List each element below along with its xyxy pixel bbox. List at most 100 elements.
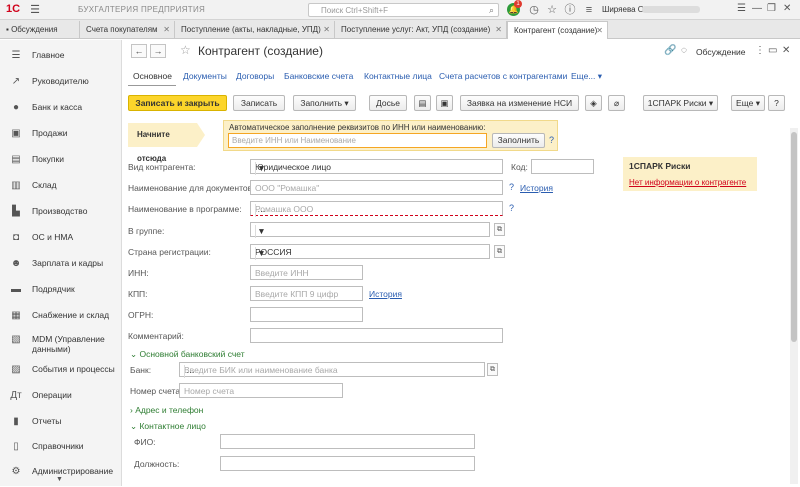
nsi-request-button[interactable]: Заявка на изменение НСИ [460,95,579,111]
link-more[interactable]: Еще... ▾ [571,71,602,82]
open-link-icon[interactable]: ⧉ [494,245,505,258]
sidebar-item-events[interactable]: ▨ События и процессы [0,360,122,385]
kpp-field[interactable]: Введите КПП 9 цифр [250,286,363,301]
form-scrollbar[interactable] [790,128,798,484]
sidebar-item-admin[interactable]: ⚙ Администрирование [0,462,122,487]
close-icon[interactable]: ✕ [783,3,791,14]
more-vertical-icon[interactable]: ⋮ [755,45,765,56]
link-contracts[interactable]: Договоры [236,71,274,81]
code-field[interactable] [531,159,594,174]
help-icon[interactable]: ? [509,182,514,192]
tab-services-receipt[interactable]: Поступление услуг: Акт, УПД (создание) ✕ [335,21,507,39]
discussion-icon[interactable]: ◌ [681,45,687,56]
fio-field[interactable] [220,434,475,449]
discussion-button[interactable]: Обсуждение [696,47,746,57]
sidebar-item-sales[interactable]: ▣ Продажи [0,124,122,149]
structure-icon[interactable]: ▣ [436,95,453,111]
ogrn-field[interactable] [250,307,363,322]
sidebar-item-contractor[interactable]: ▬ Подрядчик [0,280,122,305]
bank-section-toggle[interactable]: ⌄ Основной банковский счет [130,349,245,360]
select-dots-icon[interactable]: … [255,204,267,217]
address-section-toggle[interactable]: › Адрес и телефон [130,405,203,415]
kind-select[interactable]: Юридическое лицо ▼ [250,159,503,175]
sidebar-item-assets[interactable]: ◘ ОС и НМА [0,228,122,253]
doc-name-history-link[interactable]: История [520,183,553,193]
tab-receipts[interactable]: Поступление (акты, накладные, УПД) ✕ [175,21,335,39]
maximize-icon[interactable]: ▭ [768,45,777,56]
spark-risks-button[interactable]: 1СПАРК Риски ▾ [643,95,718,111]
sidebar-item-purchases[interactable]: ▤ Покупки [0,150,122,175]
help-icon[interactable]: ? [549,135,554,145]
close-tab-icon[interactable]: ✕ [163,21,170,38]
minimize-icon[interactable]: — [752,3,762,14]
dropdown-arrow-icon[interactable]: ▼ [255,247,267,260]
position-field[interactable] [220,456,475,471]
country-select[interactable]: РОССИЯ ▼ [250,244,490,260]
fill-dropdown-button[interactable]: Заполнить ▾ [293,95,356,111]
sidebar-item-payroll[interactable]: ☻ Зарплата и кадры [0,254,122,279]
dossier-button[interactable]: Досье [369,95,407,111]
group-select[interactable]: ▼ [250,222,490,238]
sidebar-item-warehouse[interactable]: ▥ Склад [0,176,122,201]
sidebar-item-director[interactable]: ↗ Руководителю [0,72,122,97]
forward-button[interactable]: → [150,44,166,58]
attach-color-icon[interactable]: ◈ [585,95,602,111]
window-menu-icon[interactable]: ☰ [737,3,746,14]
link-main[interactable]: Основное [133,71,172,81]
sidebar-item-bank[interactable]: ● Банк и касса [0,98,122,123]
inn-field[interactable]: Введите ИНН [250,265,363,280]
open-link-icon[interactable]: ⧉ [494,223,505,236]
sidebar-item-mdm[interactable]: ▧ MDM (Управление данными) [0,330,122,362]
sidebar-scroll-down-icon[interactable]: ▼ [56,476,63,483]
restore-icon[interactable]: ❐ [767,3,776,14]
contact-section-toggle[interactable]: ⌄ Контактное лицо [130,421,206,432]
print-icon[interactable]: ▤ [414,95,431,111]
link-icon[interactable]: 🔗 [664,45,676,56]
link-contacts[interactable]: Контактные лица [364,71,432,81]
more-button[interactable]: Еще ▾ [731,95,765,111]
dropdown-arrow-icon[interactable]: ▼ [255,162,267,175]
help-icon[interactable]: ? [509,203,514,213]
close-tab-icon[interactable]: ✕ [323,21,330,38]
search-icon[interactable]: ⌕ [489,5,494,16]
sidebar-item-production[interactable]: ▙ Производство [0,202,122,227]
comment-field[interactable] [250,328,503,343]
save-button[interactable]: Записать [233,95,285,111]
sidebar-item-supply[interactable]: ▦ Снабжение и склад [0,306,122,331]
favorite-icon[interactable]: ☆ [545,3,559,17]
bank-field[interactable]: Введите БИК или наименование банка… [179,362,485,378]
link-documents[interactable]: Документы [183,71,227,81]
account-field[interactable]: Номер счета [179,383,343,398]
info-icon[interactable]: ⓘ [563,3,577,17]
close-form-icon[interactable]: ✕ [782,45,790,56]
doc-name-field[interactable]: ООО "Ромашка" [250,180,503,195]
dropdown-arrow-icon[interactable]: ▼ [255,225,267,238]
tab-invoices[interactable]: Счета покупателям ✕ [80,21,175,39]
prog-name-field[interactable]: Ромашка ООО… [250,201,503,217]
sidebar-item-directories[interactable]: ▯ Справочники [0,437,122,462]
sidebar-item-reports[interactable]: ▮ Отчеты [0,412,122,437]
scrollbar-thumb[interactable] [791,132,797,342]
tab-discussions[interactable]: ▪ Обсуждения [0,21,80,39]
save-close-button[interactable]: Записать и закрыть [128,95,227,111]
autofill-button[interactable]: Заполнить [492,133,545,148]
paperclip-icon[interactable]: ⌀ [608,95,625,111]
close-tab-icon[interactable]: ✕ [596,22,603,39]
spark-no-info-link[interactable]: Нет информации о контрагенте [629,178,746,187]
tab-counterparty[interactable]: Контрагент (создание) ✕ [507,21,608,39]
close-tab-icon[interactable]: ✕ [495,21,502,38]
sidebar-item-operations[interactable]: Дт Операции [0,386,122,411]
help-icon[interactable]: ? [768,95,785,111]
favorite-star-icon[interactable]: ☆ [180,43,191,57]
kpp-history-link[interactable]: История [369,289,402,299]
search-input[interactable]: Поиск Ctrl+Shift+F ⌕ [308,3,499,17]
open-link-icon[interactable]: ⧉ [487,363,498,376]
autofill-input[interactable]: Введите ИНН или Наименование [228,133,487,148]
user-menu-icon[interactable]: ≡ [582,3,596,17]
select-dots-icon[interactable]: … [184,365,196,378]
history-icon[interactable]: ◷ [527,3,541,17]
menu-icon[interactable]: ☰ [28,3,42,17]
sidebar-item-main[interactable]: ☰ Главное [0,46,122,71]
link-settlement-accounts[interactable]: Счета расчетов с контрагентами [439,71,567,81]
back-button[interactable]: ← [131,44,147,58]
